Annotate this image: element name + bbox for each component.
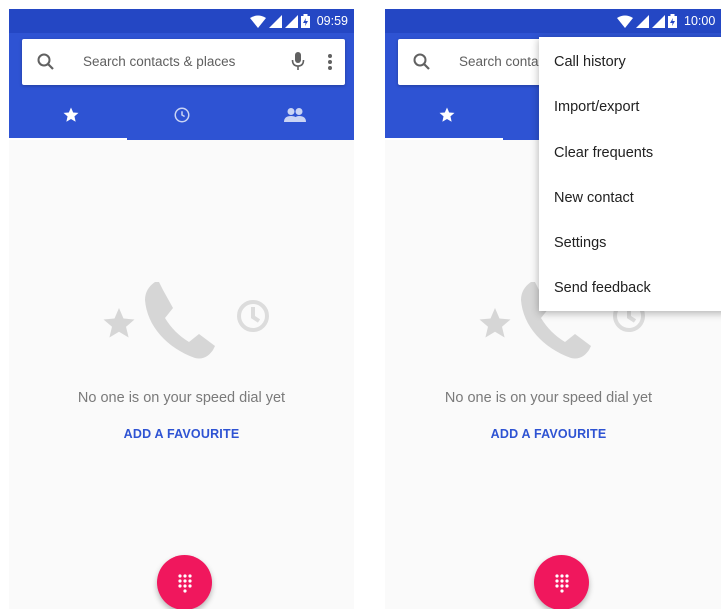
- status-time: 09:59: [316, 14, 348, 28]
- tab-indicator: [9, 138, 127, 140]
- wifi-icon: [249, 15, 266, 28]
- search-box[interactable]: Search contacts & places: [22, 39, 345, 85]
- dialpad-icon: [177, 573, 192, 593]
- dialpad-button[interactable]: [157, 555, 212, 609]
- search-placeholder[interactable]: Search conta: [459, 54, 539, 69]
- status-bar: 10:00: [385, 9, 721, 33]
- tab-speed-dial[interactable]: [13, 89, 128, 140]
- search-placeholder[interactable]: Search contacts & places: [83, 54, 235, 69]
- menu-item-call-history[interactable]: Call history: [554, 54, 626, 70]
- tab-bar: [9, 89, 354, 140]
- tab-recents[interactable]: [124, 89, 239, 140]
- people-icon: [283, 107, 306, 122]
- battery-icon: [668, 14, 677, 28]
- signal-icon: [636, 14, 649, 28]
- empty-state-message: No one is on your speed dial yet: [444, 390, 653, 406]
- tab-indicator: [385, 138, 503, 140]
- signal-icon: [284, 14, 298, 28]
- status-time: 10:00: [684, 14, 716, 28]
- menu-item-clear-frequents[interactable]: Clear frequents: [554, 145, 653, 161]
- clock-icon: [174, 107, 189, 122]
- more-options-icon[interactable]: [327, 53, 333, 71]
- wifi-icon: [617, 15, 633, 28]
- overflow-menu: Call history Import/export Clear frequen…: [539, 37, 721, 311]
- menu-item-import-export[interactable]: Import/export: [554, 99, 639, 115]
- dialer-screen-right: 10:00 Search conta No one is on your spe…: [385, 9, 721, 609]
- mic-icon[interactable]: [291, 51, 305, 71]
- signal-icon: [268, 14, 282, 28]
- speed-dial-empty-illustration: [103, 282, 269, 359]
- star-icon: [439, 107, 454, 122]
- status-bar: 09:59: [9, 9, 354, 33]
- tab-contacts[interactable]: [237, 89, 352, 140]
- dialer-screen-left: 09:59 Search contacts & places No one is…: [9, 9, 354, 609]
- menu-item-new-contact[interactable]: New contact: [554, 190, 634, 206]
- signal-icon: [652, 14, 665, 28]
- menu-item-send-feedback[interactable]: Send feedback: [554, 280, 651, 296]
- tab-speed-dial[interactable]: [389, 89, 504, 140]
- dialpad-icon: [554, 573, 569, 593]
- add-favourite-link[interactable]: ADD A FAVOURITE: [385, 427, 712, 441]
- star-icon: [63, 107, 78, 122]
- battery-icon: [300, 14, 310, 28]
- empty-state-message: No one is on your speed dial yet: [77, 390, 286, 406]
- app-bar: Search contacts & places: [9, 33, 354, 140]
- search-icon[interactable]: [36, 52, 56, 72]
- search-icon[interactable]: [412, 52, 432, 72]
- dialpad-button[interactable]: [534, 555, 589, 609]
- add-favourite-link[interactable]: ADD A FAVOURITE: [9, 427, 354, 441]
- menu-item-settings[interactable]: Settings: [554, 235, 606, 251]
